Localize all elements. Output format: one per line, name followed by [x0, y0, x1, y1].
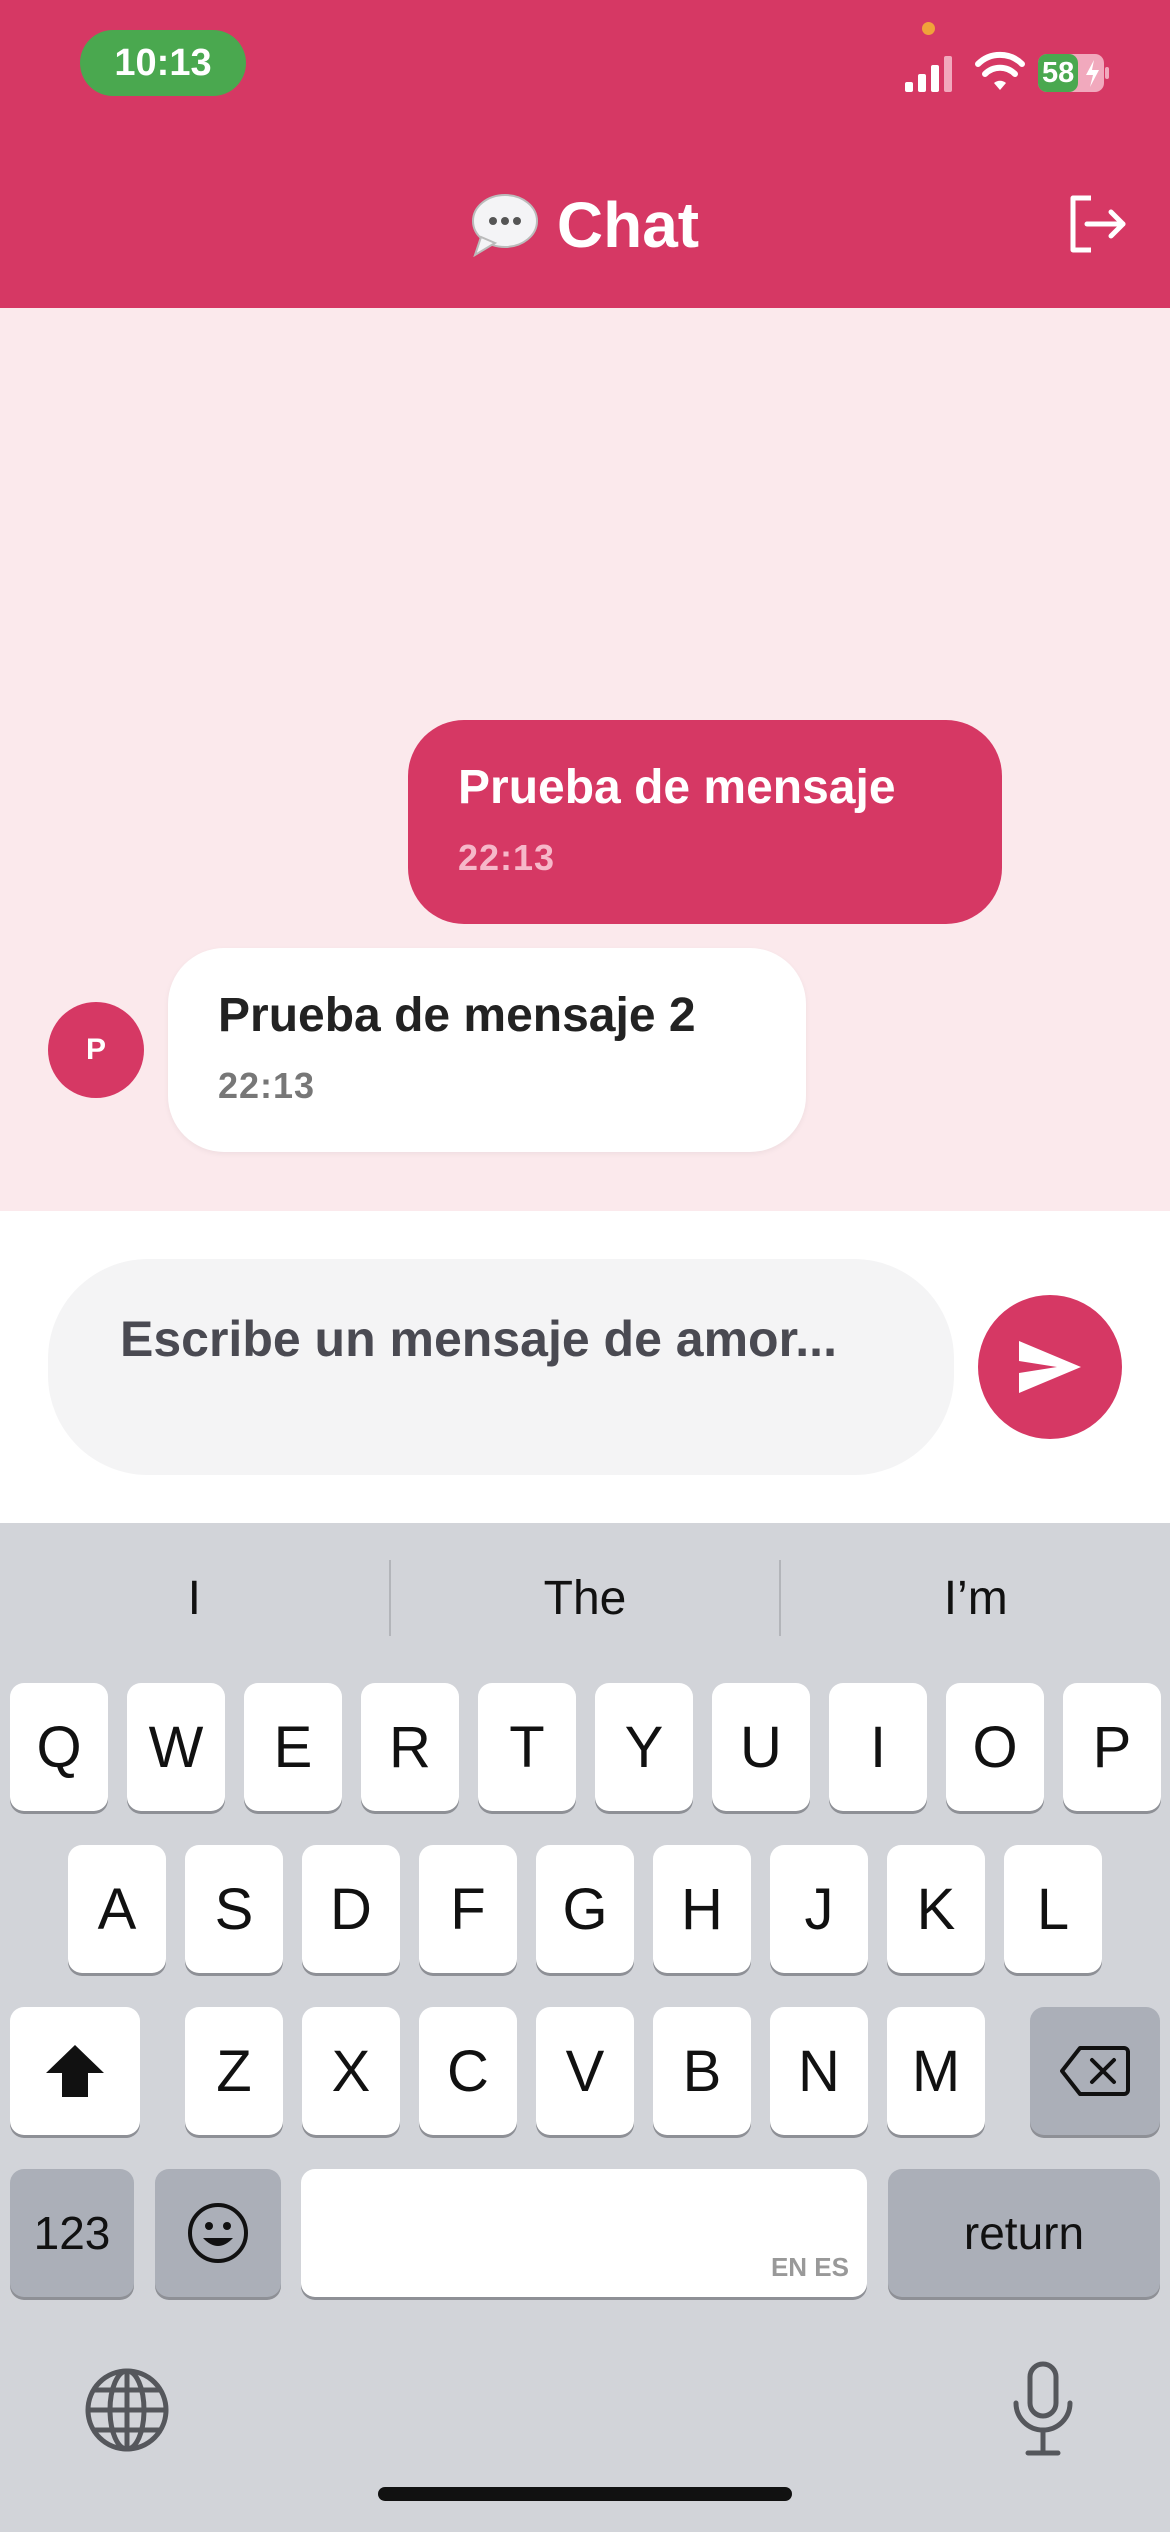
key-t[interactable]: T — [478, 1683, 576, 1811]
key-m[interactable]: M — [887, 2007, 985, 2135]
emoji-key[interactable] — [155, 2169, 281, 2297]
key-b[interactable]: B — [653, 2007, 751, 2135]
return-key[interactable]: return — [888, 2169, 1160, 2297]
header-title-group: Chat — [0, 180, 1170, 270]
key-p[interactable]: P — [1063, 1683, 1161, 1811]
key-a[interactable]: A — [68, 1845, 166, 1973]
keyboard: I The I’m Q W E R T Y U I O P A S D F G … — [0, 1523, 1170, 2532]
key-g[interactable]: G — [536, 1845, 634, 1973]
shift-key[interactable] — [10, 2007, 140, 2135]
key-j[interactable]: J — [770, 1845, 868, 1973]
app-header: 10:13 58 Chat — [0, 0, 1170, 308]
suggestion-item[interactable]: I — [0, 1571, 389, 1626]
key-o[interactable]: O — [946, 1683, 1044, 1811]
battery-level: 58 — [1042, 57, 1075, 89]
key-v[interactable]: V — [536, 2007, 634, 2135]
message-time: 22:13 — [458, 837, 556, 878]
key-i[interactable]: I — [829, 1683, 927, 1811]
key-z[interactable]: Z — [185, 2007, 283, 2135]
message-time: 22:13 — [218, 1065, 316, 1106]
home-indicator[interactable] — [378, 2487, 792, 2501]
message-text: Prueba de mensaje — [458, 761, 896, 814]
suggestion-bar: I The I’m — [0, 1523, 1170, 1673]
wifi-icon — [975, 51, 1025, 90]
emoji-icon — [188, 2203, 248, 2263]
avatar: P — [48, 1002, 144, 1098]
status-time: 10:13 — [80, 30, 246, 96]
backspace-icon — [1060, 2046, 1130, 2096]
key-h[interactable]: H — [653, 1845, 751, 1973]
space-key[interactable]: EN ES — [301, 2169, 867, 2297]
suggestion-item[interactable]: I’m — [781, 1571, 1170, 1626]
key-d[interactable]: D — [302, 1845, 400, 1973]
key-r[interactable]: R — [361, 1683, 459, 1811]
key-f[interactable]: F — [419, 1845, 517, 1973]
key-k[interactable]: K — [887, 1845, 985, 1973]
signal-icon — [905, 56, 952, 92]
key-n[interactable]: N — [770, 2007, 868, 2135]
shift-icon — [46, 2045, 104, 2097]
backspace-key[interactable] — [1030, 2007, 1160, 2135]
key-s[interactable]: S — [185, 1845, 283, 1973]
key-w[interactable]: W — [127, 1683, 225, 1811]
outgoing-message[interactable]: Prueba de mensaje 22:13 — [408, 720, 1002, 924]
key-y[interactable]: Y — [595, 1683, 693, 1811]
composer-bar: Escribe un mensaje de amor... — [0, 1211, 1170, 1523]
logout-icon[interactable] — [1065, 192, 1129, 256]
key-c[interactable]: C — [419, 2007, 517, 2135]
key-e[interactable]: E — [244, 1683, 342, 1811]
suggestion-item[interactable]: The — [391, 1571, 780, 1626]
key-l[interactable]: L — [1004, 1845, 1102, 1973]
key-u[interactable]: U — [712, 1683, 810, 1811]
message-text: Prueba de mensaje 2 — [218, 989, 696, 1042]
microphone-icon[interactable] — [1008, 2361, 1078, 2457]
chat-bubble-icon — [471, 194, 538, 257]
space-language-label: EN ES — [770, 2252, 849, 2282]
privacy-indicator — [922, 22, 935, 35]
key-q[interactable]: Q — [10, 1683, 108, 1811]
globe-icon[interactable] — [84, 2367, 170, 2453]
page-title: Chat — [556, 189, 700, 261]
send-button[interactable] — [978, 1295, 1122, 1439]
key-x[interactable]: X — [302, 2007, 400, 2135]
numbers-key[interactable]: 123 — [10, 2169, 134, 2297]
send-icon — [1019, 1341, 1081, 1393]
incoming-message[interactable]: Prueba de mensaje 2 22:13 — [168, 948, 806, 1152]
message-input[interactable]: Escribe un mensaje de amor... — [48, 1259, 954, 1475]
